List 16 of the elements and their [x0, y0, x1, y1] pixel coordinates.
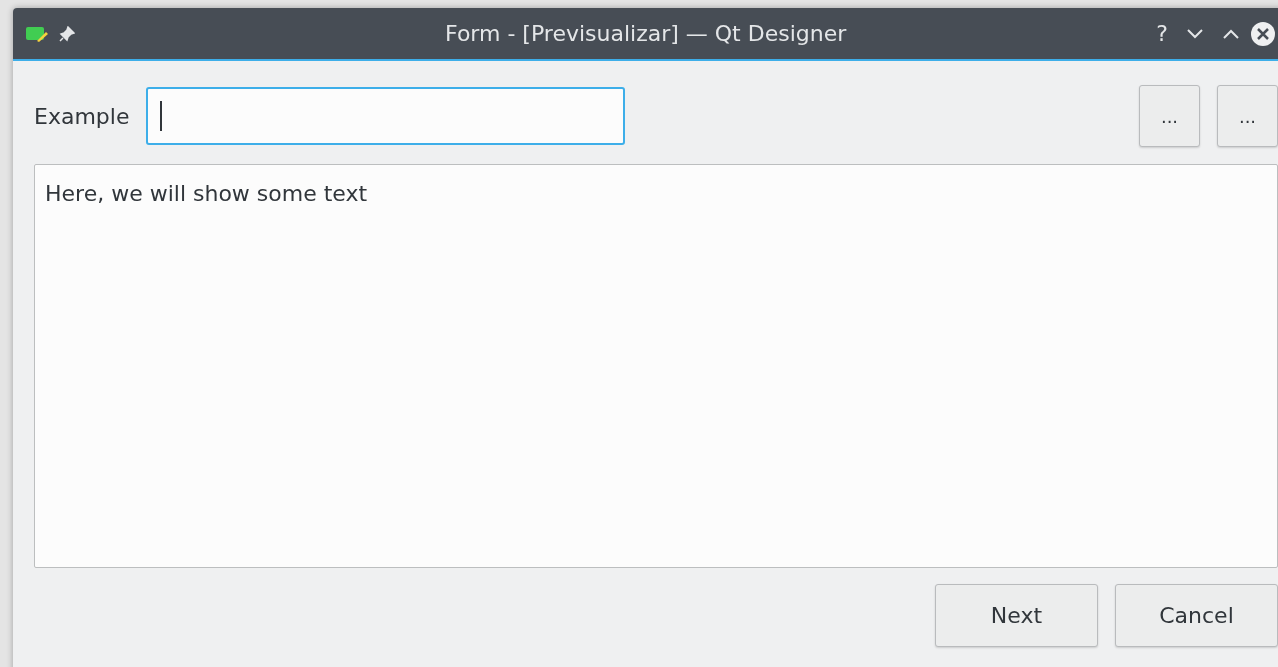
- browse-button[interactable]: ...: [1139, 85, 1200, 147]
- text-cursor: [160, 101, 163, 131]
- close-icon[interactable]: [1250, 20, 1276, 47]
- input-field[interactable]: [146, 87, 626, 145]
- text-area[interactable]: Here, we will show some text: [34, 164, 1278, 568]
- dialog-button[interactable]: Next: [935, 584, 1098, 647]
- maximize-icon[interactable]: [1222, 27, 1240, 40]
- app-icon: [25, 24, 49, 43]
- dialog-button[interactable]: Cancel: [1115, 584, 1278, 647]
- pin-icon[interactable]: [59, 25, 75, 42]
- browse-button[interactable]: ...: [1217, 85, 1278, 147]
- minimize-icon[interactable]: [1186, 27, 1204, 40]
- help-button[interactable]: ?: [1156, 17, 1168, 50]
- text-area-content: Here, we will show some text: [45, 180, 369, 208]
- window-title: Form - [Previsualizar] — Qt Designer: [444, 20, 848, 48]
- field-label: Example: [34, 102, 130, 131]
